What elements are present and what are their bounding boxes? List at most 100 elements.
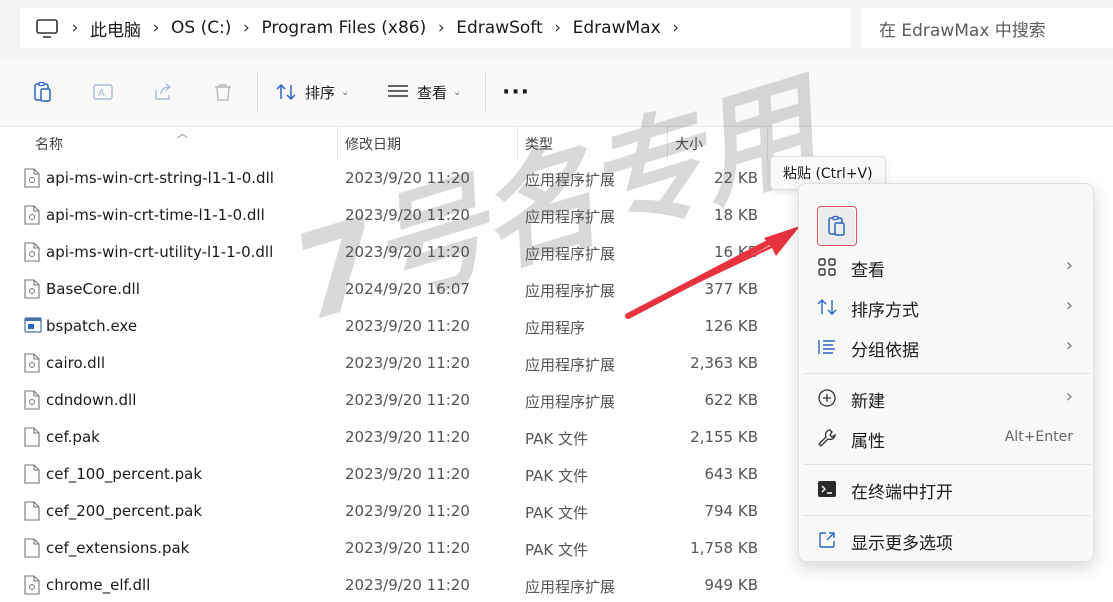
menu-item-label: 在终端中打开 [851,483,953,503]
file-list: api-ms-win-crt-string-l1-1-0.dll 2023/9/2… [0,160,770,602]
menu-item-label: 显示更多选项 [851,534,953,554]
menu-item-properties[interactable]: 属性 Alt+Enter [799,418,1095,458]
toolbar-divider [257,73,258,111]
file-size: 16 KB [714,243,758,261]
menu-item-label: 查看 [851,261,885,281]
group-icon [817,337,837,357]
share-toolbar-button[interactable] [150,79,176,105]
svg-text:A: A [98,88,105,99]
chevron-right-icon[interactable]: › [241,18,251,38]
file-type: PAK 文件 [525,504,588,522]
wrench-icon [817,428,837,448]
breadcrumb-edrawsoft[interactable]: EdrawSoft [446,18,552,38]
breadcrumb-program-files[interactable]: Program Files (x86) [251,18,436,38]
file-name: api-ms-win-crt-time-l1-1-0.dll [46,206,265,224]
view-menu-button[interactable]: 查看 ⌄ [387,79,461,105]
column-divider[interactable] [517,127,518,161]
file-name: cef_200_percent.pak [46,502,203,520]
more-options-button[interactable]: ··· [502,79,529,105]
file-type: 应用程序扩展 [525,208,616,226]
menu-separator [803,515,1091,516]
view-label: 查看 [417,83,448,102]
clipboard-icon [828,215,845,236]
column-divider[interactable] [767,127,768,161]
column-header-name[interactable]: 名称 [35,134,63,154]
table-row[interactable]: cef_200_percent.pak 2023/9/20 11:20 PAK 文件… [0,493,770,530]
chevron-right-icon: › [1065,255,1073,276]
column-divider[interactable] [337,127,338,161]
file-name: cef_100_percent.pak [46,465,203,483]
chevron-down-icon: ⌄ [341,86,350,98]
file-date: 2023/9/20 11:20 [345,317,470,335]
menu-item-show-more-options[interactable]: 显示更多选项 [799,520,1095,560]
table-row[interactable]: cef.pak 2023/9/20 11:20 PAK 文件 2,155 KB [0,419,770,456]
column-header-size[interactable]: 大小 [675,134,703,154]
file-date: 2023/9/20 11:20 [345,391,470,409]
file-list-header: ︿ 名称 修改日期 类型 大小 [0,127,770,161]
chevron-right-icon: › [1065,386,1073,407]
chevron-right-icon[interactable]: › [553,18,563,38]
table-row[interactable]: chrome_elf.dll 2023/9/20 11:20 应用程序扩展 949 K… [0,567,770,602]
dll-file-icon [24,279,40,299]
breadcrumb-this-pc[interactable]: 此电脑 [80,16,151,41]
chevron-down-icon: ⌄ [453,86,462,98]
paste-button[interactable] [817,206,857,246]
file-size: 622 KB [704,391,758,409]
column-divider[interactable] [667,127,668,161]
file-date: 2023/9/20 11:20 [345,169,470,187]
menu-item-sort-by[interactable]: 排序方式 › [799,287,1095,327]
file-date: 2023/9/20 11:20 [345,428,470,446]
table-row[interactable]: cairo.dll 2023/9/20 11:20 应用程序扩展 2,363 KB [0,345,770,382]
file-type: 应用程序扩展 [525,393,616,411]
menu-item-group-by[interactable]: 分组依据 › [799,327,1095,367]
file-name: cef_extensions.pak [46,539,190,557]
delete-toolbar-button[interactable] [210,79,236,105]
computer-icon [36,19,58,38]
menu-item-open-terminal[interactable]: 在终端中打开 [799,469,1095,509]
menu-item-view[interactable]: 查看 › [799,247,1095,287]
table-row[interactable]: cef_extensions.pak 2023/9/20 11:20 PAK 文件 1… [0,530,770,567]
file-icon [24,538,40,558]
clipboard-icon [34,81,51,102]
file-size: 1,758 KB [690,539,758,557]
table-row[interactable]: cef_100_percent.pak 2023/9/20 11:20 PAK 文件… [0,456,770,493]
chevron-right-icon[interactable]: › [70,18,80,38]
breadcrumb: › 此电脑 › OS (C:) › Program Files (x86) › … [70,16,681,41]
grid-icon [817,257,837,277]
search-input[interactable]: 在 EdrawMax 中搜索 [861,8,1113,48]
breadcrumb-edrawmax[interactable]: EdrawMax [563,18,671,38]
file-date: 2023/9/20 11:20 [345,206,470,224]
file-icon [24,427,40,447]
chevron-right-icon[interactable]: › [436,18,446,38]
sort-menu-button[interactable]: 排序 ⌄ [275,79,349,105]
sort-icon [817,297,837,317]
exe-file-icon [24,316,42,336]
file-icon [24,464,40,484]
breadcrumb-os-c[interactable]: OS (C:) [161,18,241,38]
file-icon [24,501,40,521]
search-placeholder: 在 EdrawMax 中搜索 [879,20,1046,41]
file-name: api-ms-win-crt-string-l1-1-0.dll [46,169,274,187]
table-row[interactable]: BaseCore.dll 2024/9/20 16:07 应用程序扩展 377 KB [0,271,770,308]
table-row[interactable]: api-ms-win-crt-time-l1-1-0.dll 2023/9/20 … [0,197,770,234]
file-date: 2023/9/20 11:20 [345,576,470,594]
chevron-right-icon: › [1065,335,1073,356]
table-row[interactable]: bspatch.exe 2023/9/20 11:20 应用程序 126 KB [0,308,770,345]
table-row[interactable]: api-ms-win-crt-utility-l1-1-0.dll 2023/9/… [0,234,770,271]
external-window-icon [817,530,837,550]
file-type: 应用程序 [525,319,586,337]
share-icon [155,83,172,100]
rename-toolbar-button[interactable]: A [90,79,116,105]
chevron-right-icon[interactable]: › [671,18,681,38]
chevron-right-icon[interactable]: › [151,18,161,38]
column-header-type[interactable]: 类型 [525,134,553,154]
paste-toolbar-button[interactable] [30,79,56,105]
file-date: 2023/9/20 11:20 [345,539,470,557]
table-row[interactable]: api-ms-win-crt-string-l1-1-0.dll 2023/9/2… [0,160,770,197]
file-size: 377 KB [704,280,758,298]
address-bar[interactable]: › 此电脑 › OS (C:) › Program Files (x86) › … [20,8,851,48]
column-header-date[interactable]: 修改日期 [345,134,401,154]
menu-item-new[interactable]: 新建 › [799,378,1095,418]
table-row[interactable]: cdndown.dll 2023/9/20 11:20 应用程序扩展 622 KB [0,382,770,419]
file-size: 18 KB [714,206,758,224]
